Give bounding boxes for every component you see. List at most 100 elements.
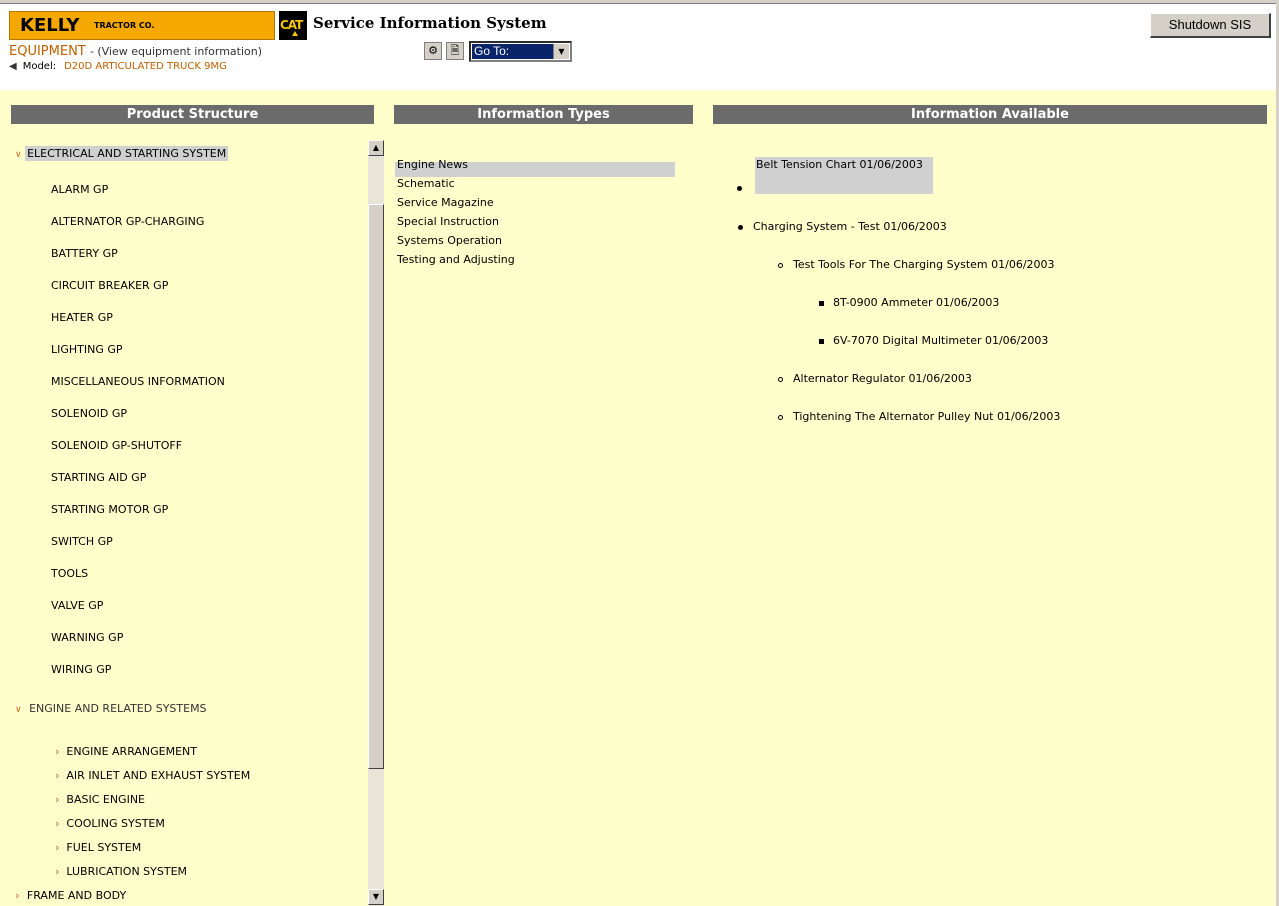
tree-item-electrical[interactable]: SWITCH GP bbox=[51, 535, 113, 548]
scroll-up-icon[interactable]: ▲ bbox=[368, 140, 384, 156]
tree-item-link[interactable]: SOLENOID GP-SHUTOFF bbox=[51, 439, 182, 452]
equipment-link[interactable]: EQUIPMENT bbox=[9, 44, 86, 59]
tree-item-electrical[interactable]: ALTERNATOR GP-CHARGING bbox=[51, 215, 204, 228]
info-link-ammeter-text[interactable]: 8T-0900 Ammeter 01/06/2003 bbox=[833, 296, 999, 309]
tree-item-link[interactable]: COOLING SYSTEM bbox=[66, 817, 164, 830]
scroll-thumb[interactable] bbox=[368, 204, 384, 769]
tree-item-electrical[interactable]: SOLENOID GP bbox=[51, 407, 127, 420]
tree-item-link[interactable]: BASIC ENGINE bbox=[66, 793, 145, 806]
tree-link-electrical[interactable]: ELECTRICAL AND STARTING SYSTEM bbox=[27, 147, 226, 160]
tree-item-electrical[interactable]: HEATER GP bbox=[51, 311, 113, 324]
information-type-item[interactable]: Testing and Adjusting bbox=[397, 253, 515, 266]
tree-item-electrical[interactable]: BATTERY GP bbox=[51, 247, 118, 260]
info-link-multimeter[interactable]: 6V-7070 Digital Multimeter 01/06/2003 bbox=[833, 334, 1048, 347]
info-link-ammeter[interactable]: 8T-0900 Ammeter 01/06/2003 bbox=[833, 296, 999, 309]
tree-item-electrical[interactable]: STARTING MOTOR GP bbox=[51, 503, 168, 516]
chevron-right-icon[interactable]: › bbox=[15, 889, 19, 902]
shutdown-button[interactable]: Shutdown SIS bbox=[1150, 13, 1271, 38]
tree-item-electrical[interactable]: STARTING AID GP bbox=[51, 471, 146, 484]
information-type-item[interactable]: Service Magazine bbox=[397, 196, 494, 209]
tree-item-electrical[interactable]: MISCELLANEOUS INFORMATION bbox=[51, 375, 225, 388]
information-type-link[interactable]: Testing and Adjusting bbox=[397, 253, 515, 266]
chevron-right-icon[interactable]: › bbox=[55, 769, 59, 782]
tree-item-link[interactable]: BATTERY GP bbox=[51, 247, 118, 260]
chevron-down-icon[interactable]: ∨ bbox=[15, 150, 22, 160]
tree-item-engine[interactable]: › ENGINE ARRANGEMENT bbox=[55, 745, 197, 758]
tree-item-link[interactable]: MISCELLANEOUS INFORMATION bbox=[51, 375, 225, 388]
info-link-pulley[interactable]: Tightening The Alternator Pulley Nut 01/… bbox=[793, 410, 1060, 423]
chevron-right-icon[interactable]: › bbox=[55, 793, 59, 806]
info-link-belt[interactable]: Belt Tension Chart 01/06/2003 bbox=[756, 158, 923, 171]
tree-item-engine[interactable]: › BASIC ENGINE bbox=[55, 793, 145, 806]
tree-item-link[interactable]: SOLENOID GP bbox=[51, 407, 127, 420]
information-type-link[interactable]: Engine News bbox=[397, 158, 468, 171]
tree-item-electrical[interactable]: ALARM GP bbox=[51, 183, 108, 196]
tree-item-link[interactable]: SWITCH GP bbox=[51, 535, 113, 548]
back-arrow-icon[interactable]: ◀ bbox=[9, 61, 17, 72]
information-type-item[interactable]: Engine News bbox=[397, 158, 468, 171]
equipment-sub: - (View equipment information) bbox=[89, 45, 263, 58]
product-structure-scrollbar[interactable]: ▲ ▼ bbox=[368, 140, 384, 906]
tree-item-link[interactable]: LUBRICATION SYSTEM bbox=[66, 865, 187, 878]
info-link-test-tools-text[interactable]: Test Tools For The Charging System 01/06… bbox=[793, 258, 1055, 271]
information-type-link[interactable]: Service Magazine bbox=[397, 196, 494, 209]
information-type-item[interactable]: Schematic bbox=[397, 177, 455, 190]
tree-item-electrical[interactable]: CIRCUIT BREAKER GP bbox=[51, 279, 168, 292]
cat-logo: CAT bbox=[279, 11, 307, 40]
tree-link-frame[interactable]: FRAME AND BODY bbox=[27, 889, 126, 902]
info-link-multimeter-text[interactable]: 6V-7070 Digital Multimeter 01/06/2003 bbox=[833, 334, 1048, 347]
bullet-square-icon bbox=[819, 339, 824, 344]
tree-item-link[interactable]: HEATER GP bbox=[51, 311, 113, 324]
tree-item-link[interactable]: VALVE GP bbox=[51, 599, 103, 612]
tree-item-link[interactable]: FUEL SYSTEM bbox=[66, 841, 141, 854]
tree-item-link[interactable]: LIGHTING GP bbox=[51, 343, 123, 356]
info-link-charging-text[interactable]: Charging System - Test 01/06/2003 bbox=[753, 220, 947, 233]
tree-item-electrical[interactable]: LIGHTING GP bbox=[51, 343, 123, 356]
tree-item-link[interactable]: TOOLS bbox=[51, 567, 88, 580]
chevron-right-icon[interactable]: › bbox=[55, 841, 59, 854]
tree-item-engine[interactable]: › LUBRICATION SYSTEM bbox=[55, 865, 187, 878]
tree-item-link[interactable]: AIR INLET AND EXHAUST SYSTEM bbox=[66, 769, 250, 782]
tree-item-engine[interactable]: › FUEL SYSTEM bbox=[55, 841, 141, 854]
gear-icon[interactable]: ⚙ bbox=[424, 42, 442, 60]
info-link-belt-text[interactable]: Belt Tension Chart 01/06/2003 bbox=[756, 158, 923, 171]
tree-item-link[interactable]: STARTING MOTOR GP bbox=[51, 503, 168, 516]
chevron-right-icon[interactable]: › bbox=[55, 745, 59, 758]
tree-item-link[interactable]: ENGINE ARRANGEMENT bbox=[66, 745, 197, 758]
tree-label-engine[interactable]: ENGINE AND RELATED SYSTEMS bbox=[29, 702, 206, 715]
tree-item-link[interactable]: ALARM GP bbox=[51, 183, 108, 196]
tree-item-link[interactable]: WARNING GP bbox=[51, 631, 123, 644]
info-link-pulley-text[interactable]: Tightening The Alternator Pulley Nut 01/… bbox=[793, 410, 1060, 423]
tree-item-link[interactable]: STARTING AID GP bbox=[51, 471, 146, 484]
information-type-link[interactable]: Systems Operation bbox=[397, 234, 502, 247]
tree-item-link[interactable]: WIRING GP bbox=[51, 663, 111, 676]
information-type-item[interactable]: Special Instruction bbox=[397, 215, 499, 228]
tree-node-engine[interactable]: ∨ ENGINE AND RELATED SYSTEMS bbox=[15, 702, 207, 715]
scroll-down-icon[interactable]: ▼ bbox=[368, 889, 384, 905]
info-link-regulator[interactable]: Alternator Regulator 01/06/2003 bbox=[793, 372, 972, 385]
tree-item-electrical[interactable]: TOOLS bbox=[51, 567, 88, 580]
document-icon[interactable]: 🗎 bbox=[446, 42, 464, 60]
tree-item-electrical[interactable]: WIRING GP bbox=[51, 663, 111, 676]
information-type-link[interactable]: Special Instruction bbox=[397, 215, 499, 228]
information-type-link[interactable]: Schematic bbox=[397, 177, 455, 190]
information-type-item[interactable]: Systems Operation bbox=[397, 234, 502, 247]
info-link-regulator-text[interactable]: Alternator Regulator 01/06/2003 bbox=[793, 372, 972, 385]
chevron-right-icon[interactable]: › bbox=[55, 865, 59, 878]
chevron-right-icon[interactable]: › bbox=[55, 817, 59, 830]
tree-item-link[interactable]: CIRCUIT BREAKER GP bbox=[51, 279, 168, 292]
info-link-charging[interactable]: Charging System - Test 01/06/2003 bbox=[753, 220, 947, 233]
tree-node-electrical[interactable]: ∨ ELECTRICAL AND STARTING SYSTEM bbox=[15, 146, 229, 161]
chevron-down-icon[interactable]: ▼ bbox=[553, 44, 569, 59]
tree-item-electrical[interactable]: SOLENOID GP-SHUTOFF bbox=[51, 439, 182, 452]
bullet-circle-icon bbox=[778, 263, 783, 268]
info-link-test-tools[interactable]: Test Tools For The Charging System 01/06… bbox=[793, 258, 1055, 271]
tree-item-engine[interactable]: › AIR INLET AND EXHAUST SYSTEM bbox=[55, 769, 250, 782]
tree-item-electrical[interactable]: VALVE GP bbox=[51, 599, 103, 612]
chevron-down-icon[interactable]: ∨ bbox=[15, 705, 22, 715]
tree-item-link[interactable]: ALTERNATOR GP-CHARGING bbox=[51, 215, 204, 228]
tree-item-electrical[interactable]: WARNING GP bbox=[51, 631, 123, 644]
goto-select[interactable]: Go To: ▼ bbox=[469, 41, 572, 62]
tree-node-frame[interactable]: › FRAME AND BODY bbox=[15, 889, 126, 902]
tree-item-engine[interactable]: › COOLING SYSTEM bbox=[55, 817, 165, 830]
